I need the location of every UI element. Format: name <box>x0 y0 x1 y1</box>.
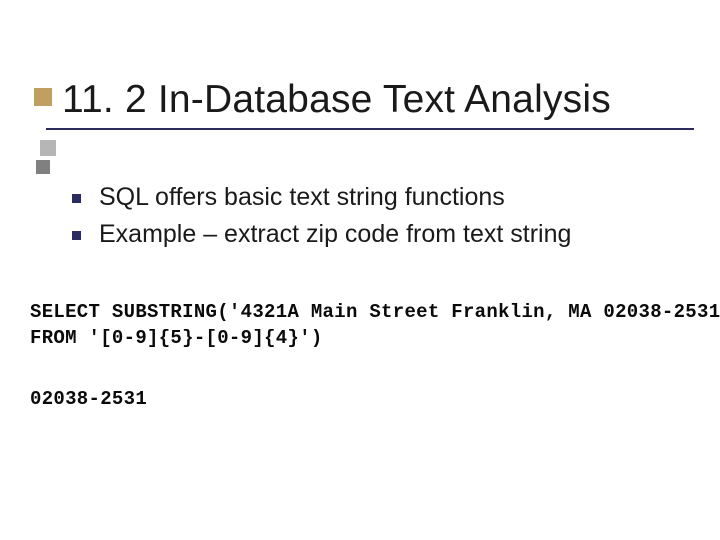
slide-title-wrap: 11. 2 In-Database Text Analysis <box>62 78 696 122</box>
list-item: Example – extract zip code from text str… <box>72 219 571 250</box>
bullet-square-icon <box>72 231 81 240</box>
accent-square-darkgrey <box>36 160 50 174</box>
bullet-text: SQL offers basic text string functions <box>99 182 505 213</box>
list-item: SQL offers basic text string functions <box>72 182 571 213</box>
sql-result: 02038-2531 <box>30 388 147 410</box>
title-underline <box>46 128 694 130</box>
code-line-1: SELECT SUBSTRING('4321A Main Street Fran… <box>30 301 720 323</box>
title-accent-graphic <box>34 88 58 174</box>
code-line-2: FROM '[0-9]{5}-[0-9]{4}') <box>30 327 323 349</box>
bullet-square-icon <box>72 194 81 203</box>
bullet-text: Example – extract zip code from text str… <box>99 219 571 250</box>
slide-title: 11. 2 In-Database Text Analysis <box>62 78 696 122</box>
sql-code-block: SELECT SUBSTRING('4321A Main Street Fran… <box>30 300 720 351</box>
accent-square-gold <box>34 88 52 106</box>
accent-square-grey <box>40 140 56 156</box>
bullet-list: SQL offers basic text string functions E… <box>72 182 571 257</box>
